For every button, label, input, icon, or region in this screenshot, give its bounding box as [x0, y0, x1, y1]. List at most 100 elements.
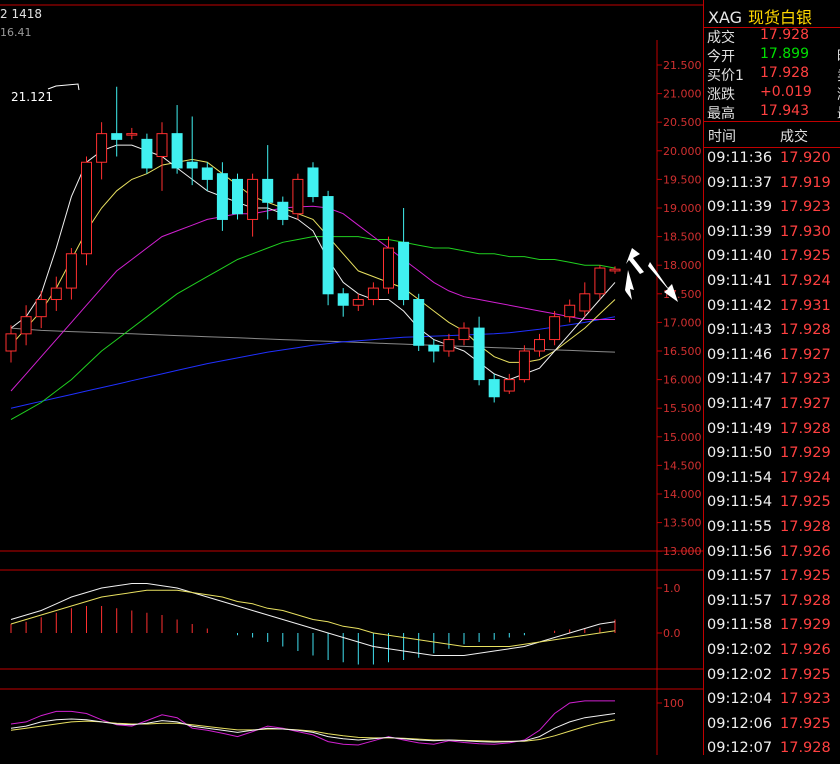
candle-down — [216, 173, 228, 220]
kdj-tick-label: 100 — [663, 697, 684, 710]
candle-down — [307, 167, 319, 198]
trade-row[interactable]: 09:12:02 17.926 — [707, 642, 840, 666]
divider — [704, 121, 840, 122]
quote-label: 今开 — [707, 49, 735, 65]
trade-price: 17.925 — [780, 715, 831, 732]
candle-up — [458, 327, 470, 341]
candle-up — [126, 133, 138, 136]
quote-row: 成交 17.928 — [707, 27, 840, 46]
candle-up — [549, 316, 561, 341]
trade-row[interactable]: 09:11:36 17.920 — [707, 150, 840, 174]
candle-up — [156, 133, 168, 158]
quote-label: 成交 — [707, 30, 735, 46]
candle-down — [186, 161, 198, 169]
trade-row[interactable]: 09:11:54 17.924 — [707, 470, 840, 494]
candle-up — [81, 161, 92, 255]
trade-row[interactable]: 09:12:04 17.923 — [707, 691, 840, 715]
trade-time: 09:11:54 — [707, 469, 773, 486]
trade-price: 17.925 — [780, 248, 831, 265]
trade-price: 17.927 — [780, 396, 831, 412]
trade-row[interactable]: 09:11:54 17.925 — [707, 494, 840, 518]
kline-chart-area[interactable]: 2 1418 16.41 21.500 21.000 20.500 20.000 19.… — [0, 0, 703, 755]
trade-row[interactable]: 09:11:56 17.926 — [707, 544, 840, 568]
candle-up — [50, 287, 62, 301]
price-tick-label: 21.000 — [663, 88, 702, 101]
trade-row[interactable]: 09:11:46 17.927 — [707, 347, 840, 371]
candle-up — [503, 379, 515, 392]
header-sub-left: 16.41 — [0, 26, 32, 39]
kdj-panel: 100 — [10, 697, 684, 746]
trade-row[interactable]: 09:12:02 17.925 — [707, 667, 840, 691]
trade-row[interactable]: 09:12:06 17.925 — [707, 716, 840, 740]
chart-frame — [0, 4, 703, 755]
trade-time: 09:12:06 — [707, 715, 773, 732]
arrow-shape — [626, 248, 644, 274]
trade-price: 17.924 — [780, 469, 831, 486]
candle-up — [383, 247, 394, 289]
candlesticks[interactable] — [5, 86, 621, 403]
kdj-j-line — [10, 700, 615, 746]
trade-row[interactable]: 09:11:41 17.924 — [707, 273, 840, 297]
trade-time: 09:12:07 — [707, 740, 773, 757]
trade-time: 09:11:57 — [707, 592, 773, 609]
macd-tick-label: 1.0 — [663, 582, 681, 595]
kdj-d-line — [10, 719, 616, 742]
trade-time: 09:11:54 — [707, 494, 773, 511]
candle-up — [247, 178, 259, 220]
trade-row[interactable]: 09:11:43 17.928 — [707, 322, 840, 346]
trade-time: 09:11:57 — [707, 568, 773, 585]
candle-down — [277, 201, 289, 220]
ma-green-line — [10, 236, 616, 421]
trade-time: 09:11:40 — [707, 248, 773, 265]
trade-price: 17.926 — [780, 642, 831, 658]
trade-time: 09:11:55 — [707, 519, 773, 535]
price-tick-label: 13.500 — [663, 517, 702, 530]
trade-row[interactable]: 09:11:39 17.923 — [707, 199, 840, 223]
candle-up — [65, 253, 77, 289]
quote-label: 买价1 — [707, 68, 744, 84]
price-tick-label: 14.000 — [663, 488, 702, 501]
trade-row[interactable]: 09:11:47 17.927 — [707, 396, 840, 420]
price-tick-label: 20.000 — [663, 145, 702, 158]
quote-value: 17.928 — [760, 27, 809, 43]
trade-row[interactable]: 09:11:57 17.925 — [707, 568, 840, 592]
candle-up — [35, 299, 47, 318]
trade-row[interactable]: 09:11:37 17.919 — [707, 175, 840, 199]
trade-time: 09:11:56 — [707, 543, 773, 560]
price-tick-label: 16.500 — [663, 345, 702, 358]
candle-up — [20, 316, 32, 335]
candle-up — [518, 350, 530, 381]
trade-time: 09:11:43 — [707, 322, 773, 339]
trade-time: 09:11:47 — [707, 396, 773, 412]
candle-up — [292, 178, 304, 215]
trades-header: 时间 成交 — [704, 124, 840, 146]
price-tick-label: 13.000 — [663, 545, 702, 558]
candle-up — [5, 333, 17, 352]
trade-row[interactable]: 09:11:49 17.928 — [707, 421, 840, 445]
trade-time: 09:11:58 — [707, 617, 773, 634]
trade-price: 17.929 — [780, 445, 831, 462]
trade-time: 09:11:50 — [707, 445, 773, 462]
candle-down — [398, 241, 410, 301]
trade-row[interactable]: 09:11:42 17.931 — [707, 298, 840, 322]
trade-row[interactable]: 09:11:58 17.929 — [707, 617, 840, 641]
trades-header-price: 成交 — [780, 129, 808, 145]
candle-down — [232, 178, 243, 215]
trade-row[interactable]: 09:11:57 17.928 — [707, 593, 840, 617]
trade-row[interactable]: 09:11:50 17.929 — [707, 445, 840, 469]
trade-price: 17.928 — [780, 592, 831, 609]
trade-row[interactable]: 09:11:55 17.928 — [707, 519, 840, 543]
trade-row[interactable]: 09:11:40 17.925 — [707, 248, 840, 272]
trade-row[interactable]: 09:11:39 17.930 — [707, 224, 840, 248]
candle-down — [473, 327, 485, 381]
candle-up — [96, 133, 108, 163]
trade-row[interactable]: 09:12:07 17.928 — [707, 740, 840, 764]
quote-row: 涨跌+0.019涨 — [707, 84, 840, 103]
kdj-k-line — [10, 713, 616, 743]
trade-price: 17.924 — [780, 273, 831, 289]
quote-label: 最高 — [707, 106, 735, 122]
price-tick-label: 19.000 — [663, 202, 702, 215]
trade-row[interactable]: 09:11:47 17.923 — [707, 371, 840, 395]
macd-tick-label: 0.0 — [663, 627, 681, 640]
candle-down — [201, 167, 213, 180]
